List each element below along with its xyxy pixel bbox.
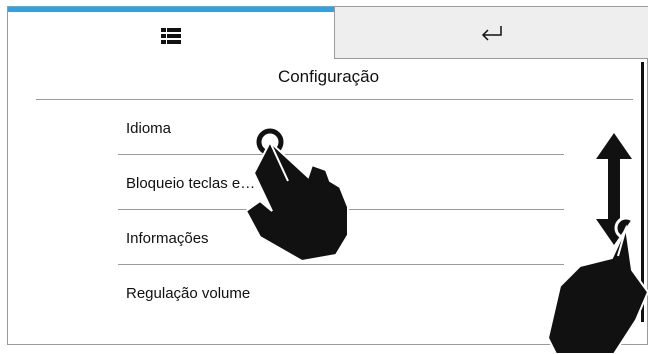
return-arrow-icon — [481, 25, 502, 41]
menu-item-idioma[interactable]: Idioma — [118, 100, 564, 155]
menu-item-label: Regulação volume — [126, 285, 251, 302]
menu-item-label: Idioma — [126, 120, 172, 137]
page-title: Configuração — [277, 67, 380, 86]
scrollbar[interactable] — [641, 62, 644, 322]
tab-back[interactable] — [334, 7, 648, 59]
settings-screen: Configuração Idioma Bloqueio teclas e… I… — [7, 6, 648, 345]
menu-item-bloqueio-teclas[interactable]: Bloqueio teclas e… — [118, 155, 564, 210]
list-icon — [161, 27, 181, 44]
menu-item-label: Informações — [126, 230, 209, 247]
menu-item-informacoes[interactable]: Informações — [118, 210, 564, 265]
menu-item-label: Bloqueio teclas e… — [126, 175, 256, 192]
tab-menu[interactable] — [8, 7, 334, 59]
menu-item-regulacao-volume[interactable]: Regulação volume — [118, 265, 564, 320]
